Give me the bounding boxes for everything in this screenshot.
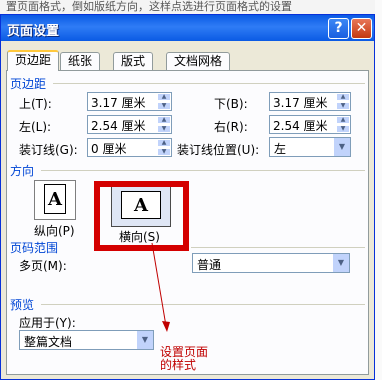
spin-up-icon[interactable]: ▲ — [157, 139, 171, 147]
preview-divider — [41, 304, 365, 305]
right-margin-value: 2.54 厘米 — [273, 119, 328, 133]
title-bar[interactable]: 页面设置 ? ✕ — [1, 15, 374, 41]
spin-up-icon[interactable]: ▲ — [157, 93, 171, 101]
gutter-label: 装订线(G): — [19, 143, 78, 157]
background-document-text: 置页面格式，倒如版纸方向，这样点选进行页面格式的设置 — [0, 0, 382, 14]
highlight-frame — [94, 181, 189, 251]
tab-layout[interactable]: 版式 — [113, 52, 154, 70]
apply-to-value: 整篇文档 — [24, 335, 73, 349]
gutter-value: 0 厘米 — [91, 142, 127, 156]
left-margin-label: 左(L): — [19, 120, 52, 134]
bottom-margin-value: 3.17 厘米 — [273, 96, 328, 110]
portrait-label: 纵向(P) — [34, 224, 75, 238]
preview-heading: 预览 — [10, 298, 35, 312]
chevron-down-icon[interactable]: ▼ — [136, 331, 153, 349]
tab-margins[interactable]: 页边距 — [7, 50, 60, 71]
pages-divider — [191, 247, 365, 248]
apply-to-select[interactable]: 整篇文档 ▼ — [19, 330, 154, 350]
gutter-position-select[interactable]: 左 ▼ — [269, 137, 351, 157]
spin-down-icon[interactable]: ▼ — [336, 125, 350, 133]
spin-down-icon[interactable]: ▼ — [157, 125, 171, 133]
top-margin-label: 上(T): — [19, 97, 52, 111]
multiple-pages-label: 多页(M): — [19, 259, 67, 273]
spin-down-icon[interactable]: ▼ — [336, 102, 350, 110]
spin-up-icon[interactable]: ▲ — [157, 116, 171, 124]
multiple-pages-select[interactable]: 普通 ▼ — [192, 253, 350, 273]
tab-document-grid[interactable]: 文档网格 — [166, 52, 231, 70]
chevron-down-icon[interactable]: ▼ — [332, 254, 349, 272]
gutter-spinner[interactable]: 0 厘米 ▲ ▼ — [87, 138, 172, 157]
close-button[interactable]: ✕ — [351, 18, 372, 39]
orientation-divider — [41, 170, 365, 171]
spinner-arrows: ▲ ▼ — [157, 116, 171, 133]
top-margin-spinner[interactable]: 3.17 厘米 ▲ ▼ — [87, 92, 172, 111]
margins-divider — [53, 83, 365, 84]
right-margin-spinner[interactable]: 2.54 厘米 ▲ ▼ — [269, 115, 351, 134]
annotation-line-2: 的样式 — [160, 358, 197, 372]
orientation-heading: 方向 — [10, 164, 35, 178]
portrait-option[interactable]: A — [34, 180, 76, 220]
spinner-arrows: ▲ ▼ — [157, 93, 171, 110]
top-margin-value: 3.17 厘米 — [91, 96, 146, 110]
pages-heading: 页码范围 — [10, 241, 59, 255]
document-margin — [375, 0, 382, 380]
gutter-position-value: 左 — [274, 142, 287, 156]
spin-down-icon[interactable]: ▼ — [157, 148, 171, 156]
page-setup-dialog: 页面设置 ? ✕ 页边距 纸张 版式 文档网格 页边距 上(T): 3.17 厘… — [0, 14, 375, 380]
right-margin-label: 右(R): — [214, 120, 248, 134]
spinner-arrows: ▲ ▼ — [336, 93, 350, 110]
help-button[interactable]: ? — [328, 18, 349, 39]
dialog-title: 页面设置 — [7, 24, 60, 39]
bottom-margin-label: 下(B): — [214, 97, 248, 111]
left-margin-value: 2.54 厘米 — [91, 119, 146, 133]
annotation-note: 设置页面 的样式 — [160, 346, 208, 372]
portrait-page-icon: A — [44, 184, 66, 214]
left-margin-spinner[interactable]: 2.54 厘米 ▲ ▼ — [87, 115, 172, 134]
spin-down-icon[interactable]: ▼ — [157, 102, 171, 110]
spinner-arrows: ▲ ▼ — [336, 116, 350, 133]
multiple-pages-value: 普通 — [197, 258, 222, 272]
apply-to-label: 应用于(Y): — [19, 316, 76, 330]
spinner-arrows: ▲ ▼ — [157, 139, 171, 156]
bottom-margin-spinner[interactable]: 3.17 厘米 ▲ ▼ — [269, 92, 351, 111]
background-text: 置页面格式，倒如版纸方向，这样点选进行页面格式的设置 — [6, 0, 292, 13]
spin-up-icon[interactable]: ▲ — [336, 116, 350, 124]
tab-paper[interactable]: 纸张 — [60, 52, 101, 70]
margins-heading: 页边距 — [10, 77, 47, 91]
spin-up-icon[interactable]: ▲ — [336, 93, 350, 101]
gutter-position-label: 装订线位置(U): — [177, 143, 260, 157]
chevron-down-icon[interactable]: ▼ — [333, 138, 350, 156]
